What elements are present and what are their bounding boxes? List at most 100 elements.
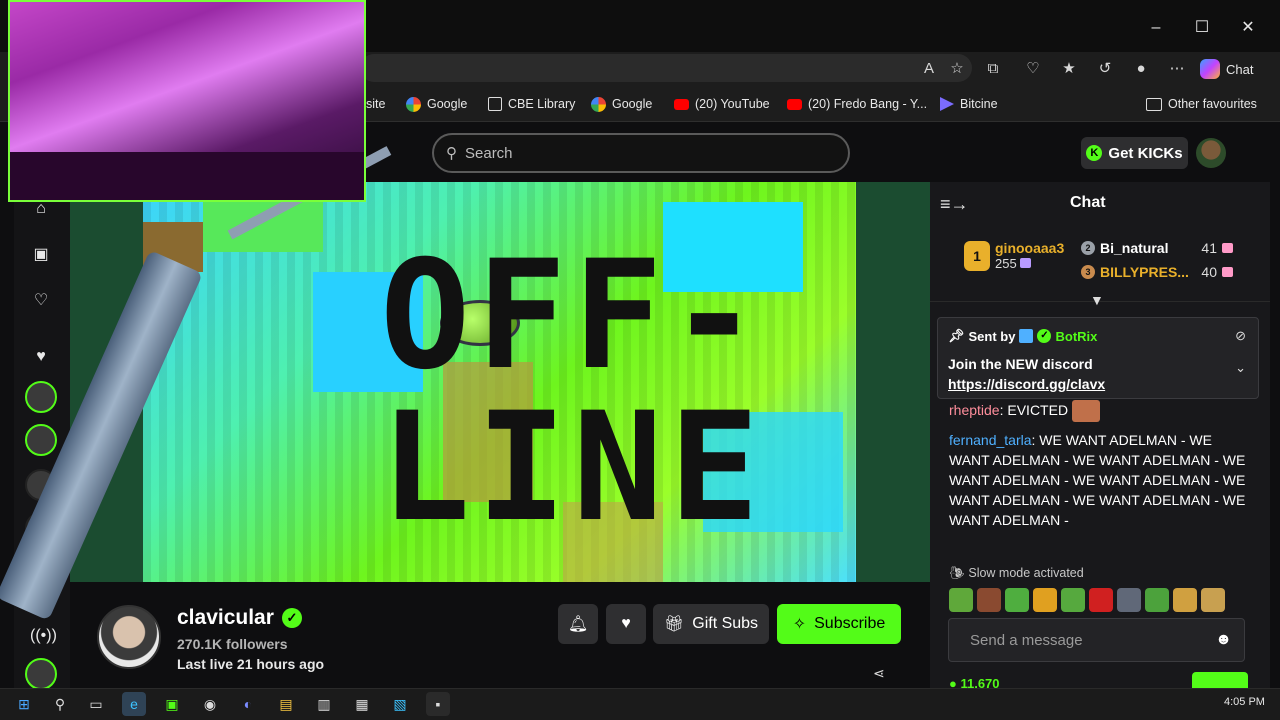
bookmark-other-favourites[interactable]: Other favourites [1146,95,1257,113]
search-placeholder: Search [465,144,513,162]
chat-message: rheptide: EVICTED [949,400,1249,423]
leaderboard-third[interactable]: 3 BILLYPRES... 40 [1081,264,1233,280]
library-icon [488,97,502,111]
channel-avatar[interactable] [97,605,161,669]
emote-icon[interactable] [1173,588,1197,612]
emote-icon[interactable] [1201,588,1225,612]
browser-essentials-icon[interactable]: ♡ [1022,58,1044,80]
leader-name: Bi_natural [1100,240,1169,256]
kick-app-icon[interactable]: ▣ [160,692,184,716]
bookmark-cbe-library[interactable]: CBE Library [488,95,575,113]
store-icon[interactable]: ▧ [388,692,412,716]
pin-icon: 📌︎ [948,328,965,343]
emote-icon[interactable] [949,588,973,612]
collapse-chat-icon[interactable]: ≡→ [940,194,969,215]
get-kicks-label: Get KICKs [1108,144,1183,162]
search-input[interactable]: ⚲ Search [432,133,850,173]
file-explorer-icon[interactable]: ▤ [274,692,298,716]
steam-icon[interactable]: ◉ [198,692,222,716]
followed-channel-avatar[interactable] [25,381,57,413]
bitcine-icon [940,97,954,111]
address-bar[interactable] [360,54,972,82]
favorite-star-icon[interactable]: ☆ [946,58,968,80]
discord-icon[interactable]: ◐ [236,692,260,716]
leaderboard-second[interactable]: 2 Bi_natural 41 [1081,240,1233,256]
gift-icon: 🎁︎ [663,616,685,633]
chat-message-input[interactable]: Send a message ☻ [948,618,1245,662]
bookmark-label: Bitcine [960,97,998,111]
google-icon [406,96,421,112]
bookmark-label: CBE Library [508,97,576,111]
emote-icon[interactable] [1061,588,1085,612]
chat-send-button[interactable] [1192,672,1248,688]
close-button[interactable]: ✕ [1238,18,1258,38]
emote-icon[interactable] [977,588,1001,612]
chevron-down-icon[interactable]: ⌄ [1235,360,1246,376]
emote-icon [1071,400,1100,423]
subscribe-button[interactable]: ✧ Subscribe [777,604,901,644]
gift-subs-button[interactable]: 🎁︎ Gift Subs [653,604,769,644]
chat-input-placeholder: Send a message [970,631,1083,649]
follow-button[interactable]: ♥ [606,604,646,644]
following-outline-icon[interactable]: ♡ [30,290,52,312]
extensions-icon[interactable]: ⧉ [982,58,1004,80]
user-avatar[interactable] [1196,138,1226,168]
terminal-icon[interactable]: ▪ [426,692,450,716]
edge-icon[interactable]: e [122,692,146,716]
pinned-link[interactable]: https://discord.gg/clavx [948,374,1105,394]
expand-leaderboard-icon[interactable]: ▼ [1090,292,1104,308]
emoji-icon[interactable]: ☻ [1215,631,1232,649]
followed-channel-avatar[interactable] [25,658,57,690]
gift-subs-label: Gift Subs [692,615,759,632]
browse-icon[interactable]: ▣ [30,244,52,266]
offline-line1: OFF- [380,229,766,403]
bookmark-partial[interactable]: site [366,95,385,113]
search-icon[interactable]: ⚲ [48,692,72,716]
heart-icon: ♥ [621,615,631,632]
more-menu-icon[interactable]: ⋯ [1166,58,1188,80]
emote-icon[interactable] [1005,588,1029,612]
leaderboard-first[interactable]: 1 ginooaaa3 255 [964,240,1064,271]
copilot-chat-button[interactable]: Chat [1200,56,1266,82]
bookmark-bitcine[interactable]: Bitcine [940,95,998,113]
app-icon[interactable]: ▦ [350,692,374,716]
gold-rank-icon: 1 [964,240,990,271]
windows-start-icon[interactable]: ⊞ [12,692,36,716]
webcam-overlay [8,0,366,202]
leader-name: ginooaaa3 [995,240,1065,256]
maximize-button[interactable]: ☐ [1192,18,1212,38]
channel-name[interactable]: clavicular [177,606,274,630]
emote-icon[interactable] [1033,588,1057,612]
emote-icon[interactable] [1145,588,1169,612]
gift-icon [1222,267,1233,277]
live-broadcast-icon[interactable]: ((•)) [30,625,57,647]
bookmark-youtube[interactable]: (20) YouTube [674,95,770,113]
bookmark-fredo-bang[interactable]: (20) Fredo Bang - Y... [787,95,927,113]
chat-username[interactable]: rheptide [949,402,1000,418]
followed-channel-avatar[interactable] [25,424,57,456]
history-icon[interactable]: ↺ [1094,58,1116,80]
profile-icon[interactable]: ● [1130,58,1152,80]
pinned-bot-name[interactable]: BotRix [1055,329,1097,344]
emote-icon[interactable] [1117,588,1141,612]
bookmark-label: Other favourites [1168,97,1257,111]
taskbar [0,688,1280,720]
gift-icon [1222,243,1233,253]
chat-message-text: EVICTED [1007,402,1069,418]
share-icon[interactable]: ⋖ [873,665,889,681]
epic-games-icon[interactable]: ▥ [312,692,336,716]
favorites-icon[interactable]: ★ [1058,58,1080,80]
get-kicks-button[interactable]: K Get KICKs [1081,137,1188,169]
read-aloud-icon[interactable]: A [918,58,940,80]
minimize-button[interactable]: – [1146,18,1166,38]
chat-username[interactable]: fernand_tarla [949,432,1032,448]
emote-icon[interactable] [1089,588,1113,612]
pinned-text: Join the NEW discord [948,356,1093,372]
notifications-button[interactable]: 🔔︎ [558,604,598,644]
bookmark-google-1[interactable]: Google [406,95,467,113]
task-view-icon[interactable]: ▭ [84,692,108,716]
bookmark-google-2[interactable]: Google [591,95,652,113]
following-heart-icon[interactable]: ♥ [30,346,52,368]
bookmark-label: Google [612,97,653,111]
hide-pinned-icon[interactable]: ⊘ [1235,328,1246,344]
